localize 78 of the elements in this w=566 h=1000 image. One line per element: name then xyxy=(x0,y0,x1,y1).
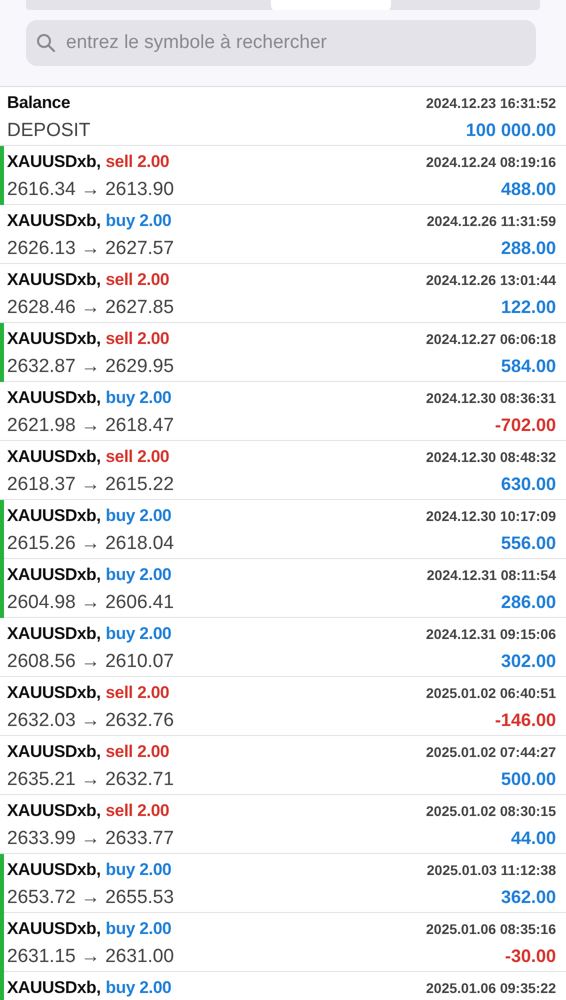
symbol-label: XAUUSDxb, xyxy=(7,446,101,466)
symbol-label: XAUUSDxb, xyxy=(7,210,101,230)
profit-value: 122.00 xyxy=(500,297,556,318)
deal-time: 2024.12.26 13:01:44 xyxy=(426,272,556,288)
deal-time: 2025.01.06 09:35:22 xyxy=(426,980,556,996)
profit-value: 556.00 xyxy=(500,533,556,554)
profit-value: 302.00 xyxy=(500,651,556,672)
price-range: 2616.34 → 2613.90 xyxy=(7,178,174,200)
price-range: 2632.87 → 2629.95 xyxy=(7,356,174,378)
price-range: 2633.99 → 2633.77 xyxy=(7,828,174,850)
profit-value: 584.00 xyxy=(500,356,556,377)
deal-time: 2024.12.26 11:31:59 xyxy=(426,212,556,228)
price-range: 2615.26 → 2618.04 xyxy=(7,532,174,554)
symbol-label: XAUUSDxb, xyxy=(7,800,101,820)
profit-value: -702.00 xyxy=(494,415,556,436)
profit-value: 488.00 xyxy=(500,179,556,200)
order-label: buy 2.00 xyxy=(106,918,172,938)
symbol-label: XAUUSDxb, xyxy=(7,624,101,644)
profit-value: 362.00 xyxy=(500,887,556,908)
price-range: 2631.15 → 2631.00 xyxy=(7,946,174,968)
profit-value: -146.00 xyxy=(494,710,556,731)
price-range: 2653.72 → 2655.53 xyxy=(7,886,174,908)
deal-time: 2024.12.30 10:17:09 xyxy=(426,508,556,524)
deal-time: 2025.01.03 11:12:38 xyxy=(426,862,556,878)
price-range: 2618.37 → 2615.22 xyxy=(7,474,174,496)
order-label: buy 2.00 xyxy=(106,388,172,408)
order-label: sell 2.00 xyxy=(106,742,170,762)
order-label: buy 2.00 xyxy=(106,624,172,644)
deal-time: 2024.12.30 08:48:32 xyxy=(426,448,556,464)
price-range: 2608.56 → 2610.07 xyxy=(7,650,174,672)
symbol-label: XAUUSDxb, xyxy=(7,978,101,998)
order-label: sell 2.00 xyxy=(106,152,170,172)
deal-time: 2025.01.02 08:30:15 xyxy=(426,802,556,818)
symbol-label: XAUUSDxb, xyxy=(7,388,101,408)
symbol-label: XAUUSDxb, xyxy=(7,564,101,584)
symbol-label: XAUUSDxb, xyxy=(7,742,101,762)
symbol-label: XAUUSDxb, xyxy=(7,328,101,348)
symbol-label: XAUUSDxb, xyxy=(7,860,101,880)
order-label: buy 2.00 xyxy=(106,506,172,526)
deal-time: 2025.01.02 06:40:51 xyxy=(426,684,556,700)
deal-time: 2024.12.23 16:31:52 xyxy=(426,94,556,110)
order-label: buy 2.00 xyxy=(106,564,172,584)
deal-time: 2025.01.06 08:35:16 xyxy=(426,920,556,936)
deal-time: 2024.12.27 06:06:18 xyxy=(426,330,556,346)
profit-value: 100 000.00 xyxy=(466,120,556,141)
profit-value: 500.00 xyxy=(500,769,556,790)
deal-time: 2024.12.24 08:19:16 xyxy=(426,154,556,170)
symbol-label: Balance xyxy=(7,92,70,112)
order-label: buy 2.00 xyxy=(106,860,172,880)
price-range: 2621.98 → 2618.47 xyxy=(7,414,174,436)
price-range: 2626.13 → 2627.57 xyxy=(7,238,174,260)
search-field[interactable]: entrez le symbole à rechercher xyxy=(26,20,536,66)
profit-value: -30.00 xyxy=(504,946,556,967)
deal-time: 2024.12.31 08:11:54 xyxy=(426,566,556,582)
profit-value: 44.00 xyxy=(510,828,556,849)
order-label: sell 2.00 xyxy=(106,328,170,348)
profit-value: 286.00 xyxy=(500,592,556,613)
order-label: sell 2.00 xyxy=(106,682,170,702)
order-label: sell 2.00 xyxy=(106,270,170,290)
order-label: buy 2.00 xyxy=(106,210,172,230)
symbol-label: XAUUSDxb, xyxy=(7,918,101,938)
profit-value: 630.00 xyxy=(500,474,556,495)
profit-value: 288.00 xyxy=(500,238,556,259)
symbol-label: XAUUSDxb, xyxy=(7,682,101,702)
order-label: sell 2.00 xyxy=(106,800,170,820)
price-range: 2632.03 → 2632.76 xyxy=(7,710,174,732)
symbol-label: XAUUSDxb, xyxy=(7,270,101,290)
price-range: 2628.46 → 2627.85 xyxy=(7,296,174,318)
deal-comment: DEPOSIT xyxy=(7,120,90,142)
symbol-label: XAUUSDxb, xyxy=(7,506,101,526)
order-label: sell 2.00 xyxy=(106,446,170,466)
price-range: 2604.98 → 2606.41 xyxy=(7,592,174,614)
deal-time: 2025.01.02 07:44:27 xyxy=(426,744,556,760)
price-range: 2635.21 → 2632.71 xyxy=(7,768,174,790)
symbol-label: XAUUSDxb, xyxy=(7,152,101,172)
deal-time: 2024.12.31 09:15:06 xyxy=(426,626,556,642)
deal-time: 2024.12.30 08:36:31 xyxy=(426,390,556,406)
order-label: buy 2.00 xyxy=(106,978,172,998)
